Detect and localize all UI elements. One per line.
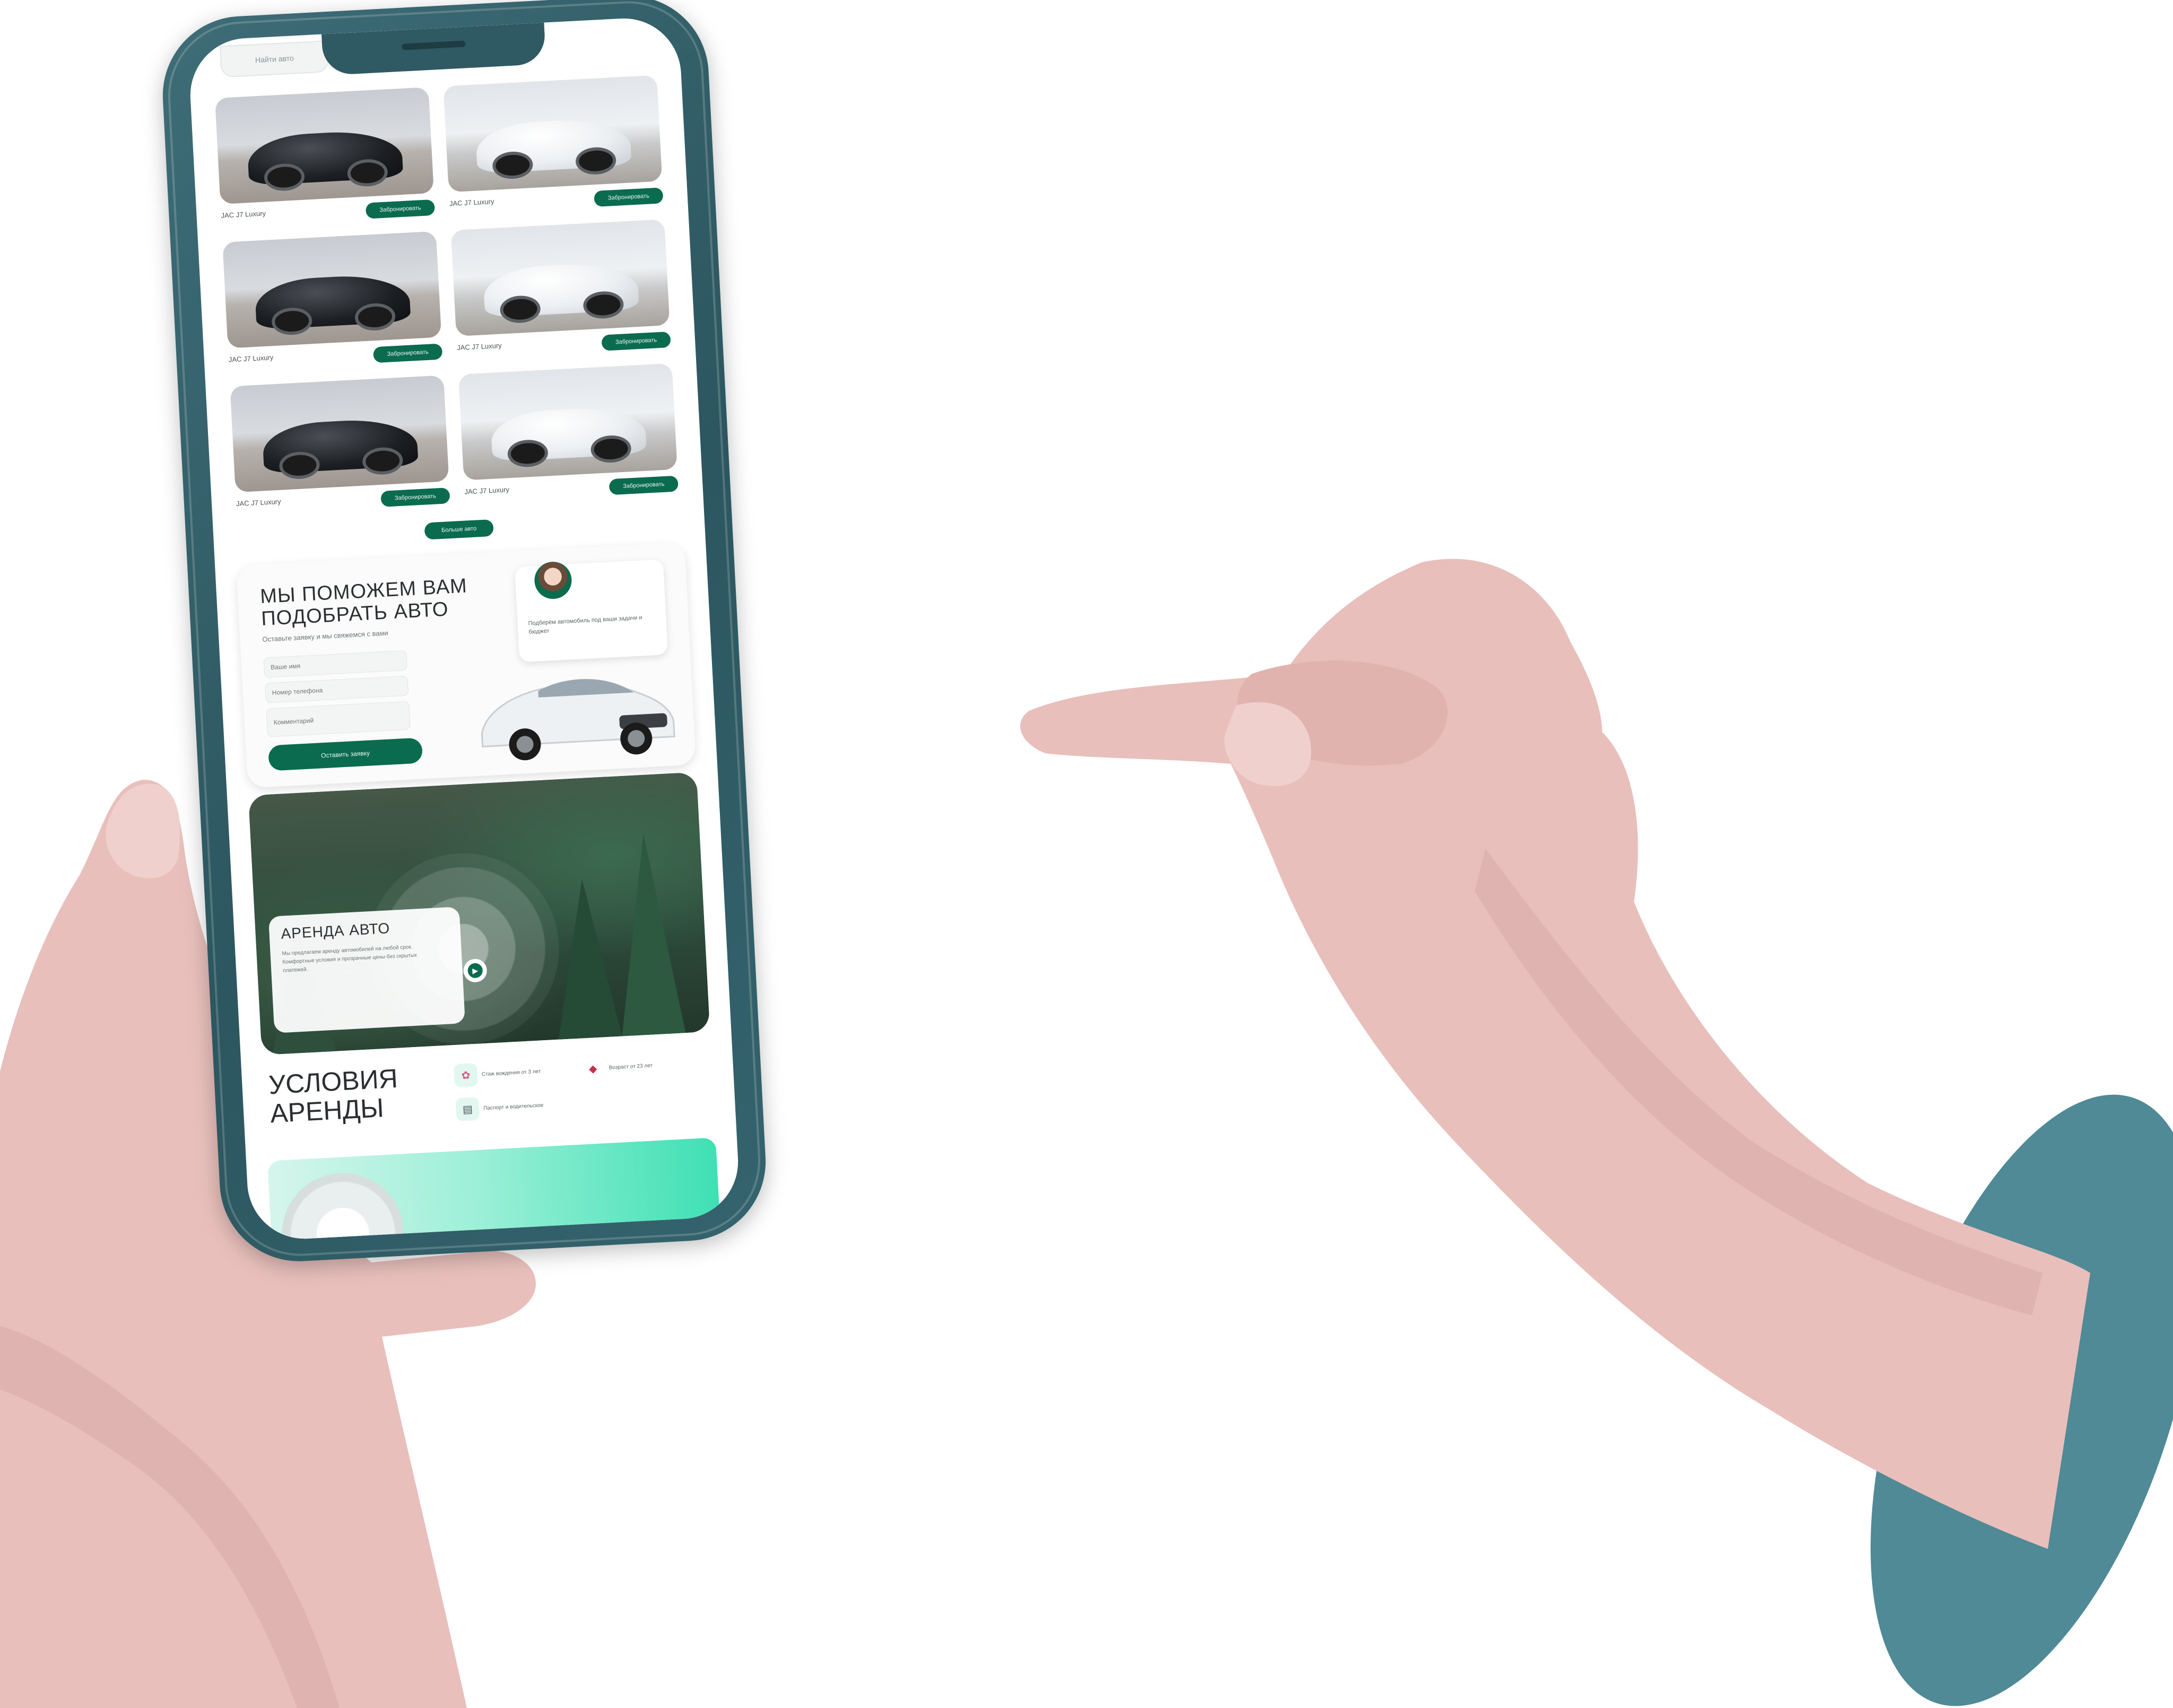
phone-screen: Найти авто JAC J7 Luxury Забронировать JA…	[187, 15, 741, 1242]
condition-label: Стаж вождения от 3 лет	[481, 1068, 541, 1077]
car-card[interactable]: JAC J7 Luxury Забронировать	[450, 219, 671, 359]
tree-shape	[550, 877, 622, 1040]
name-input[interactable]	[263, 650, 407, 678]
wallet-icon: ◆	[580, 1056, 605, 1081]
document-icon: ▤	[455, 1096, 480, 1122]
cta-ring-graphic	[279, 1170, 407, 1242]
car-photo	[450, 219, 670, 337]
phone-notch	[321, 22, 546, 76]
left-hand-shadow	[0, 1326, 340, 1708]
white-car-image	[481, 679, 675, 761]
book-button[interactable]: Забронировать	[380, 487, 450, 507]
car-card[interactable]: JAC J7 Luxury Забронировать	[443, 75, 664, 215]
car-photo	[458, 363, 677, 481]
car-image	[482, 261, 639, 318]
car-card[interactable]: JAC J7 Luxury Забронировать	[230, 375, 450, 515]
consultant-text: Подберём автомобиль под ваши задачи и бю…	[528, 614, 642, 635]
search-bar[interactable]: Найти авто	[219, 40, 329, 78]
condition-item: ▤ Паспорт и водительское	[455, 1093, 557, 1122]
car-name: JAC J7 Luxury	[228, 353, 274, 364]
phone-device: Найти авто JAC J7 Luxury Забронировать JA…	[159, 0, 770, 1266]
conditions-section: УСЛОВИЯ АРЕНДЫ ✿ Стаж вождения от 3 лет …	[263, 1048, 715, 1151]
car-image	[490, 405, 647, 462]
rent-banner: АРЕНДА АВТО Мы предлагаем аренду автомоб…	[248, 772, 710, 1056]
condition-item: ✿ Стаж вождения от 3 лет	[453, 1059, 555, 1088]
help-form-title: МЫ ПОМОЖЕМ ВАМ ПОДОБРАТЬ АВТО	[259, 574, 468, 630]
book-button[interactable]: Забронировать	[609, 475, 679, 495]
car-photo	[443, 75, 663, 193]
condition-item: ◆ Возраст от 23 лет	[580, 1052, 683, 1081]
teal-disc	[1870, 1094, 2173, 1706]
play-icon: ▶	[467, 963, 483, 979]
consultant-bubble: Подберём автомобиль под ваши задачи и бю…	[515, 559, 668, 663]
car-name: JAC J7 Luxury	[456, 341, 502, 352]
car-image	[247, 128, 403, 186]
car-card[interactable]: JAC J7 Luxury Забронировать	[215, 87, 436, 226]
right-hand-shadow	[1475, 849, 2042, 1315]
avatar	[533, 561, 573, 600]
car-card[interactable]: JAC J7 Luxury Забронировать	[222, 231, 443, 371]
car-photo	[215, 87, 434, 204]
car-name: JAC J7 Luxury	[221, 209, 266, 220]
license-icon: ✿	[453, 1062, 479, 1088]
car-name: JAC J7 Luxury	[449, 197, 494, 208]
rent-title: АРЕНДА АВТО	[280, 920, 390, 942]
right-hand-finger	[1237, 660, 1448, 766]
book-button[interactable]: Забронировать	[594, 187, 664, 207]
car-card[interactable]: JAC J7 Luxury Забронировать	[458, 363, 679, 503]
car-photo	[222, 231, 442, 348]
car-photo	[230, 375, 449, 493]
condition-label: Паспорт и водительское	[483, 1102, 544, 1111]
submit-button[interactable]: Оставить заявку	[268, 737, 423, 771]
rent-info-card: АРЕНДА АВТО Мы предлагаем аренду автомоб…	[268, 907, 465, 1033]
car-image	[475, 117, 632, 174]
cta-banner	[267, 1137, 723, 1242]
phone-input[interactable]	[264, 675, 409, 703]
condition-label: Возраст от 23 лет	[609, 1062, 653, 1071]
page-content: JAC J7 Luxury Забронировать JAC J7 Luxury…	[190, 74, 741, 1242]
book-button[interactable]: Забронировать	[601, 331, 671, 351]
rent-text: Мы предлагаем аренду автомобилей на любо…	[282, 944, 418, 974]
book-button[interactable]: Забронировать	[365, 199, 436, 219]
help-form-subtitle: Оставьте заявку и мы свяжемся с вами	[262, 629, 389, 643]
conditions-title: УСЛОВИЯ АРЕНДЫ	[268, 1063, 398, 1129]
tree-shape	[611, 831, 686, 1036]
help-form-card: МЫ ПОМОЖЕМ ВАМ ПОДОБРАТЬ АВТО Оставьте з…	[236, 542, 697, 788]
car-image	[254, 273, 411, 330]
stage: Найти авто JAC J7 Luxury Забронировать JA…	[0, 0, 2173, 1708]
left-thumb	[106, 783, 180, 878]
comment-input[interactable]	[266, 701, 411, 737]
car-name: JAC J7 Luxury	[236, 497, 281, 508]
more-cars-button[interactable]: Больше авто	[424, 519, 494, 540]
car-name: JAC J7 Luxury	[464, 485, 510, 496]
right-hand-thumb	[1224, 702, 1311, 786]
car-image	[262, 417, 419, 474]
car-grid: JAC J7 Luxury Забронировать JAC J7 Luxury…	[190, 74, 703, 516]
book-button[interactable]: Забронировать	[372, 343, 443, 363]
right-hand	[1020, 559, 2090, 1549]
